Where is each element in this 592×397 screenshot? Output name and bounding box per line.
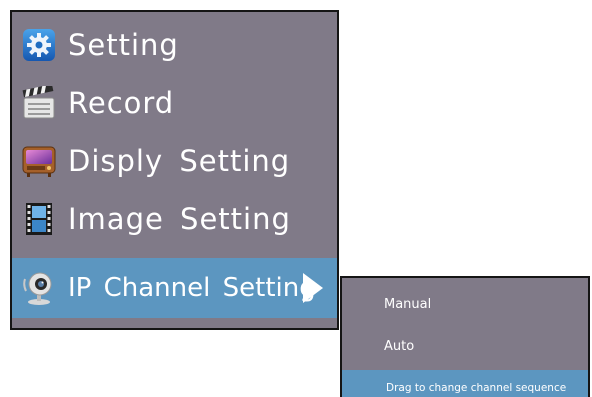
menu-item-image-setting[interactable]: Image Setting: [12, 190, 337, 248]
main-menu: Setting Record Disply Setting Image Sett…: [10, 10, 339, 330]
menu-item-label: Disply Setting: [68, 144, 291, 178]
menu-item-record[interactable]: Record: [12, 74, 337, 132]
sub-item-label: Drag to change channel sequence: [386, 382, 567, 394]
menu-item-label: Record: [68, 86, 175, 120]
sub-item-drag-channel-sequence[interactable]: Drag to change channel sequence: [342, 370, 588, 397]
stage: Setting Record Disply Setting Image Sett…: [0, 0, 592, 397]
menu-item-label: Setting: [68, 28, 179, 62]
menu-item-label: Image Setting: [68, 202, 291, 236]
sub-item-manual[interactable]: Manual: [342, 286, 588, 322]
webcam-icon: [23, 272, 52, 305]
sub-item-label: Auto: [384, 338, 415, 354]
menu-item-display-setting[interactable]: Disply Setting: [12, 132, 337, 190]
sub-menu: Manual Auto Drag to change channel seque…: [340, 276, 590, 397]
sub-item-auto[interactable]: Auto: [342, 328, 588, 364]
menu-item-setting[interactable]: Setting: [12, 16, 337, 74]
tv-icon: [22, 146, 56, 177]
submenu-arrow-icon: [303, 273, 323, 303]
gear-icon: [23, 29, 55, 61]
clapperboard-icon: [22, 86, 55, 119]
menu-item-label: IP Channel Setting: [68, 273, 316, 303]
menu-item-ip-channel-setting[interactable]: IP Channel Setting: [12, 258, 337, 318]
film-strip-icon: [26, 203, 52, 235]
sub-item-label: Manual: [384, 296, 432, 312]
